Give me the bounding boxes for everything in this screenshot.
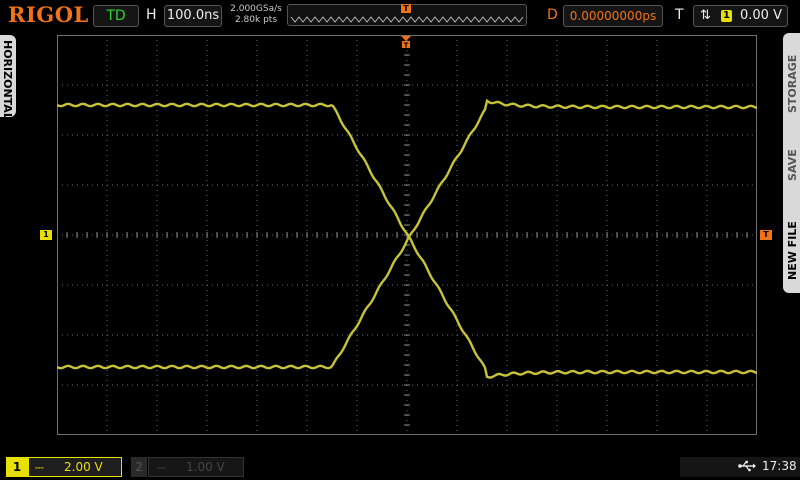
trigger-position-arrow-icon: T xyxy=(401,36,411,48)
ch1-settings[interactable]: ⎓ 2.00 V xyxy=(28,457,122,477)
storage-menu-tab[interactable]: STORAGE SAVE NEW FILE xyxy=(783,33,800,293)
top-status-bar: RIGOL TD H 100.0ns 2.000GSa/s 2.80k pts … xyxy=(0,0,800,32)
dc-coupling-icon: ⎓ xyxy=(35,461,44,474)
graticule-and-traces xyxy=(57,35,757,435)
system-tray: 17:38 xyxy=(680,457,800,477)
horizontal-menu-label: HORIZONTAL xyxy=(1,40,14,120)
timebase-value[interactable]: 100.0ns xyxy=(164,5,222,27)
ch2-settings[interactable]: ⎓ 1.00 V xyxy=(148,457,244,477)
ch1-number-badge[interactable]: 1 xyxy=(6,457,28,477)
trigger-position-icon: T xyxy=(401,4,411,13)
save-menu-label[interactable]: SAVE xyxy=(786,149,799,181)
clock: 17:38 xyxy=(762,459,797,473)
run-status-badge[interactable]: TD xyxy=(93,5,139,27)
storage-menu-label: STORAGE xyxy=(786,54,799,113)
trigger-label: T xyxy=(675,7,684,23)
ch2-number-badge[interactable]: 2 xyxy=(131,457,147,477)
trigger-edge-icon: ⇅ xyxy=(700,8,711,23)
waveform-display[interactable] xyxy=(57,35,757,435)
trigger-settings[interactable]: ⇅ 1 0.00 V xyxy=(693,5,788,27)
memory-depth: 2.80k pts xyxy=(234,15,278,25)
svg-text:T: T xyxy=(404,42,409,49)
delay-label: D xyxy=(547,7,558,23)
horizontal-menu-tab[interactable]: HORIZONTAL xyxy=(0,35,16,120)
horizontal-label: H xyxy=(146,7,157,23)
sample-rate: 2.000GSa/s xyxy=(230,4,282,14)
rigol-logo: RIGOL xyxy=(8,2,89,27)
memory-waveform-navigator[interactable]: T xyxy=(287,4,527,26)
bottom-status-bar: 1 ⎓ 2.00 V 2 ⎓ 1.00 V 17:38 xyxy=(0,453,800,480)
trigger-source-badge: 1 xyxy=(721,10,732,22)
dc-coupling-icon: ⎓ xyxy=(157,461,166,474)
ch1-scale-value: 2.00 V xyxy=(64,460,103,474)
trigger-level-marker[interactable]: T xyxy=(760,230,772,240)
ch2-scale-value: 1.00 V xyxy=(186,460,225,474)
ch1-ground-marker[interactable]: 1 xyxy=(40,230,52,240)
usb-icon[interactable] xyxy=(738,460,756,475)
new-file-menu-label[interactable]: NEW FILE xyxy=(786,221,799,280)
delay-value[interactable]: 0.00000000ps xyxy=(563,5,663,27)
trigger-level-value: 0.00 V xyxy=(740,8,782,23)
